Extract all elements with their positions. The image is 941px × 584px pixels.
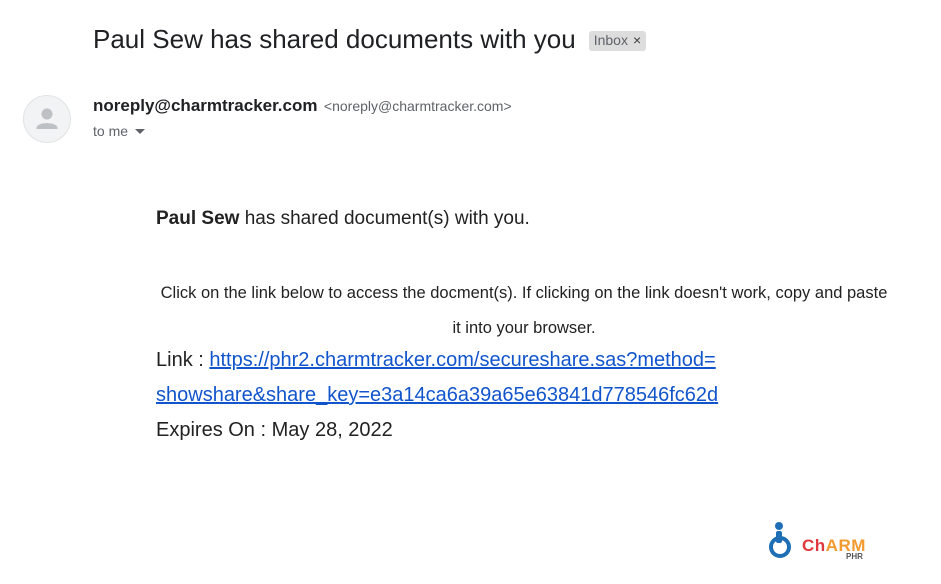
logo-text-ch: Ch: [802, 536, 826, 555]
subject-row: Paul Sew has shared documents with you I…: [93, 24, 647, 55]
logo-subtext: PHR: [846, 552, 863, 561]
recipient-text: to me: [93, 123, 129, 139]
recipient-details-toggle[interactable]: to me: [93, 123, 146, 139]
expires-label: Expires On :: [156, 419, 272, 441]
sharer-name: Paul Sew: [156, 208, 240, 229]
sender-email: <noreply@charmtracker.com>: [323, 98, 512, 114]
link-url-line1: https://phr2.charmtracker.com/secureshar…: [209, 349, 716, 371]
charm-logo-icon: [769, 522, 791, 558]
expires-date: May 28, 2022: [271, 419, 393, 441]
caret-down-icon[interactable]: [135, 128, 146, 134]
sender-avatar[interactable]: [23, 95, 71, 143]
share-message: Paul Sew has shared document(s) with you…: [156, 208, 530, 230]
sender-line: noreply@charmtracker.com <noreply@charmt…: [93, 96, 512, 116]
email-subject: Paul Sew has shared documents with you: [93, 24, 576, 54]
link-block: Link : https://phr2.charmtracker.com/sec…: [156, 343, 916, 413]
link-label: Link :: [156, 349, 210, 371]
secure-share-link[interactable]: https://phr2.charmtracker.com/secureshar…: [156, 349, 718, 406]
inbox-label-chip[interactable]: Inbox ×: [588, 30, 647, 51]
share-message-text: has shared document(s) with you.: [239, 208, 530, 229]
person-icon: [36, 108, 58, 129]
inbox-label-text: Inbox: [593, 32, 628, 48]
charm-logo: ChARM PHR: [766, 520, 876, 564]
close-icon[interactable]: ×: [633, 32, 641, 48]
sender-name[interactable]: noreply@charmtracker.com: [93, 96, 317, 115]
link-url-line2: showshare&share_key=e3a14ca6a39a65e63841…: [156, 384, 719, 406]
expires-line: Expires On : May 28, 2022: [156, 413, 393, 448]
instructions-text: Click on the link below to access the do…: [160, 284, 888, 337]
